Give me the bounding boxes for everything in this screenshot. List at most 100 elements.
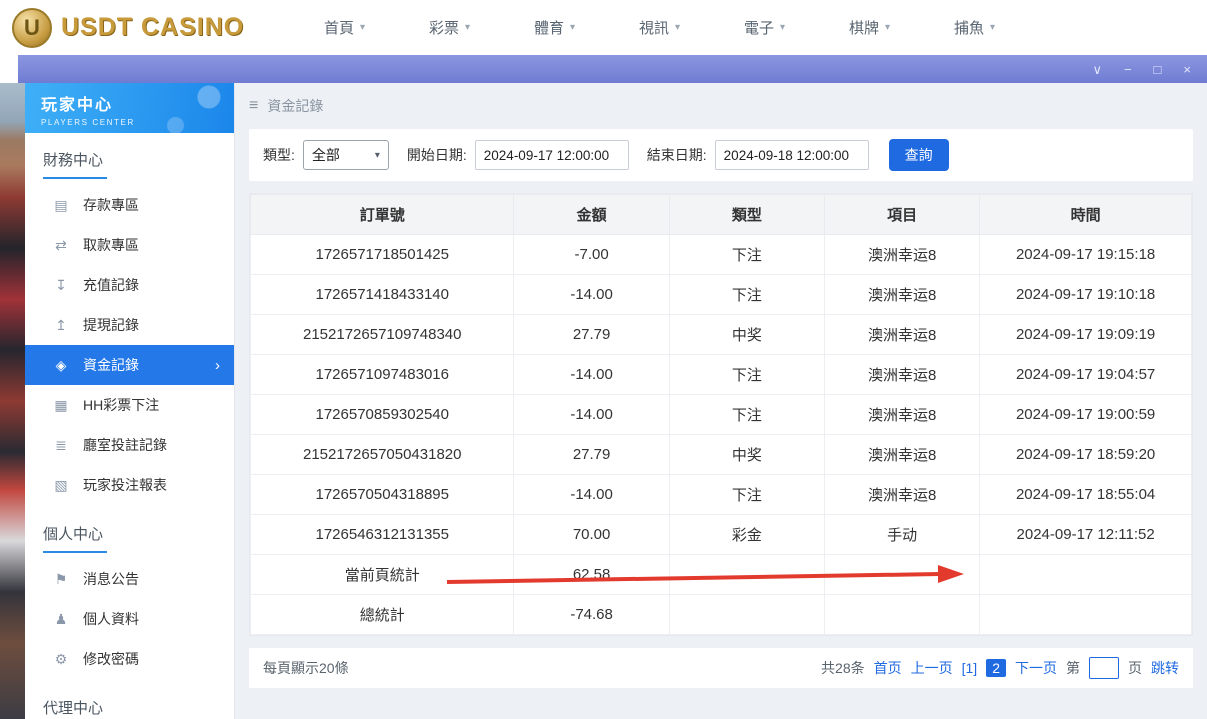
sidebar-item-hall-bet-record[interactable]: ≣ 廳室投註記錄: [25, 425, 234, 465]
nav-label: 棋牌: [849, 17, 879, 38]
nav-label: 電子: [744, 17, 774, 38]
col-amount: 金額: [514, 195, 669, 235]
search-button[interactable]: 查詢: [889, 139, 949, 171]
nav-label: 視訊: [639, 17, 669, 38]
page-size-text: 每頁顯示20條: [263, 658, 349, 678]
chevron-down-icon: ▾: [885, 22, 890, 33]
type-cell: 彩金: [669, 515, 824, 555]
start-date-input[interactable]: [475, 140, 629, 170]
table-row: 2152172657109748340 27.79 中奖 澳洲幸运8 2024-…: [251, 315, 1192, 355]
type-cell: 下注: [669, 355, 824, 395]
item-cell: 澳洲幸运8: [824, 235, 979, 275]
section-label: 個人中心: [43, 523, 107, 553]
sidebar-item-label: 廳室投註記錄: [83, 435, 167, 455]
chevron-down-icon: ▾: [780, 22, 785, 33]
first-page-link[interactable]: 首页: [874, 658, 902, 678]
table-row: 2152172657050431820 27.79 中奖 澳洲幸运8 2024-…: [251, 435, 1192, 475]
sidebar-item-bet-report[interactable]: ▧ 玩家投注報表: [25, 465, 234, 505]
summary-label-cell: 當前頁統計: [251, 555, 514, 595]
sidebar-item-withdraw[interactable]: ⇄ 取款專區: [25, 225, 234, 265]
amount-cell: 70.00: [514, 515, 669, 555]
page-jump-input[interactable]: [1089, 657, 1119, 679]
empty-cell: [980, 595, 1192, 635]
profile-icon: ♟: [53, 611, 69, 628]
order-cell: 1726571418433140: [251, 275, 514, 315]
background-photo-strip: [0, 83, 25, 719]
order-cell: 1726571097483016: [251, 355, 514, 395]
hall-bet-record-icon: ≣: [53, 437, 69, 454]
amount-cell: -14.00: [514, 355, 669, 395]
chevron-down-icon: ▾: [375, 150, 380, 161]
sidebar-title: 玩家中心: [41, 91, 234, 115]
sidebar-item-label: 資金記錄: [83, 355, 139, 375]
filter-bar: 類型: 全部 ▾ 開始日期: 結束日期: 查詢: [249, 129, 1193, 181]
summary-label-cell: 總統計: [251, 595, 514, 635]
sidebar-item-label: 個人資料: [83, 609, 139, 629]
table-row: 1726571097483016 -14.00 下注 澳洲幸运8 2024-09…: [251, 355, 1192, 395]
item-cell: 澳洲幸运8: [824, 395, 979, 435]
nav-item-sports[interactable]: 體育 ▾: [502, 17, 607, 38]
table-row: 1726570859302540 -14.00 下注 澳洲幸运8 2024-09…: [251, 395, 1192, 435]
sidebar-item-label: 提現記錄: [83, 315, 139, 335]
col-type: 類型: [669, 195, 824, 235]
nav-item-lottery[interactable]: 彩票 ▾: [397, 17, 502, 38]
sidebar-item-change-password[interactable]: ⚙ 修改密碼: [25, 639, 234, 679]
withdraw-icon: ⇄: [53, 237, 69, 254]
type-cell: 下注: [669, 275, 824, 315]
nav-item-fishing[interactable]: 捕魚 ▾: [922, 17, 1027, 38]
nav-item-home[interactable]: 首頁 ▾: [292, 17, 397, 38]
sidebar-item-lottery-bet[interactable]: ▦ HH彩票下注: [25, 385, 234, 425]
main-content: ≡ 資金記錄 類型: 全部 ▾ 開始日期: 結束日期: 查詢: [235, 83, 1207, 719]
nav-label: 首頁: [324, 17, 354, 38]
nav-item-slots[interactable]: 電子 ▾: [712, 17, 817, 38]
sidebar-item-funds-record[interactable]: ◈ 資金記錄 ›: [25, 345, 234, 385]
nav-item-live[interactable]: 視訊 ▾: [607, 17, 712, 38]
type-select[interactable]: 全部 ▾: [303, 140, 389, 170]
section-label: 代理中心: [43, 697, 107, 719]
sidebar-item-withdraw-record[interactable]: ↥ 提現記錄: [25, 305, 234, 345]
order-cell: 1726546312131355: [251, 515, 514, 555]
type-select-value: 全部: [312, 145, 340, 165]
window-close-button[interactable]: ×: [1183, 63, 1191, 76]
page-1-link[interactable]: [1]: [962, 660, 978, 676]
table-header-row: 訂單號 金額 類型 項目 時間: [251, 195, 1192, 235]
order-cell: 1726570859302540: [251, 395, 514, 435]
amount-cell: -14.00: [514, 475, 669, 515]
logo-text: USDT CASINO: [61, 13, 244, 42]
jump-suffix-label: 页: [1128, 658, 1142, 678]
site-logo[interactable]: U USDT CASINO: [0, 8, 252, 48]
order-cell: 1726571718501425: [251, 235, 514, 275]
empty-cell: [669, 555, 824, 595]
table-row: 1726571718501425 -7.00 下注 澳洲幸运8 2024-09-…: [251, 235, 1192, 275]
order-cell: 2152172657050431820: [251, 435, 514, 475]
next-page-link[interactable]: 下一页: [1015, 658, 1057, 678]
hamburger-icon[interactable]: ≡: [249, 97, 258, 115]
sidebar-item-label: 消息公告: [83, 569, 139, 589]
section-personal-title: 個人中心: [25, 507, 234, 553]
empty-cell: [824, 595, 979, 635]
main-nav: 首頁 ▾ 彩票 ▾ 體育 ▾ 視訊 ▾ 電子 ▾ 棋牌 ▾ 捕魚 ▾: [292, 17, 1027, 38]
sidebar-item-recharge-record[interactable]: ↧ 充值記錄: [25, 265, 234, 305]
jump-prefix-label: 第: [1066, 658, 1080, 678]
sidebar-item-deposit[interactable]: ▤ 存款專區: [25, 185, 234, 225]
type-cell: 下注: [669, 395, 824, 435]
jump-button[interactable]: 跳转: [1151, 658, 1179, 678]
item-cell: 澳洲幸运8: [824, 475, 979, 515]
nav-item-cards[interactable]: 棋牌 ▾: [817, 17, 922, 38]
amount-cell: -14.00: [514, 395, 669, 435]
sidebar-item-profile[interactable]: ♟ 個人資料: [25, 599, 234, 639]
end-date-input[interactable]: [715, 140, 869, 170]
sidebar-item-announcements[interactable]: ⚑ 消息公告: [25, 559, 234, 599]
type-cell: 下注: [669, 475, 824, 515]
funds-table-card: 訂單號 金額 類型 項目 時間 1726571718501425 -7.00 下…: [249, 193, 1193, 636]
chevron-right-icon: ›: [215, 357, 220, 374]
funds-record-icon: ◈: [53, 357, 69, 374]
withdraw-record-icon: ↥: [53, 317, 69, 334]
page-2-current[interactable]: 2: [986, 659, 1006, 677]
window-maximize-button[interactable]: □: [1154, 63, 1162, 76]
summary-amount-cell: 62.58: [514, 555, 669, 595]
window-minimize-button[interactable]: −: [1124, 63, 1132, 76]
prev-page-link[interactable]: 上一页: [911, 658, 953, 678]
window-collapse-button[interactable]: ∨: [1092, 63, 1102, 76]
nav-label: 彩票: [429, 17, 459, 38]
